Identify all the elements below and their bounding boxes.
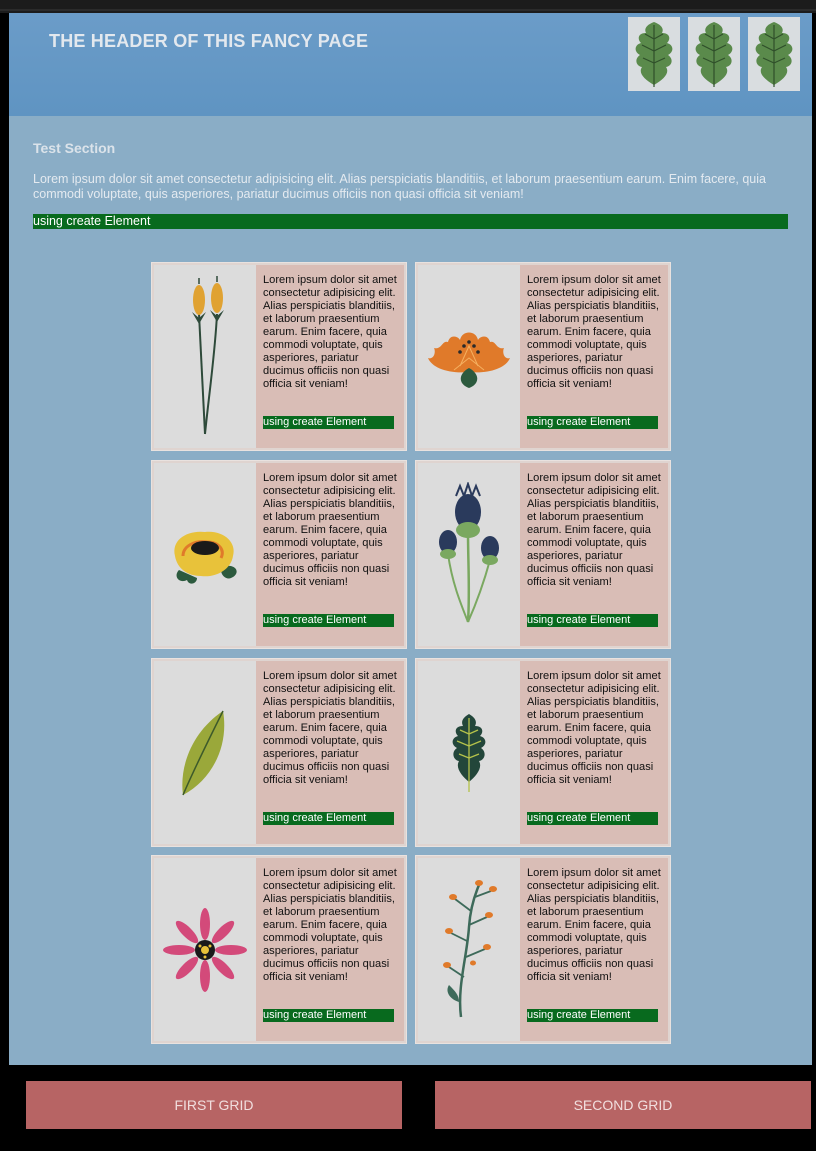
green-leaf-icon (154, 661, 256, 844)
section-text: Lorem ipsum dolor sit amet consectetur a… (33, 172, 766, 201)
window-top-edge (0, 0, 816, 13)
pink-daisy-icon (154, 858, 256, 1041)
flower-card: Lorem ipsum dolor sit amet consectetur a… (151, 658, 407, 847)
orange-flower-icon (418, 265, 520, 448)
card-text: Lorem ipsum dolor sit amet consectetur a… (263, 472, 397, 588)
flower-card: Lorem ipsum dolor sit amet consectetur a… (415, 262, 671, 451)
card-created-element: using create Element (527, 812, 658, 825)
card-created-element: using create Element (263, 416, 394, 429)
flower-card: Lorem ipsum dolor sit amet consectetur a… (151, 262, 407, 451)
first-grid-button[interactable]: FIRST GRID (26, 1081, 402, 1129)
card-text: Lorem ipsum dolor sit amet consectetur a… (263, 274, 397, 390)
card-created-element: using create Element (263, 812, 394, 825)
leaf-icon (748, 17, 800, 91)
leaf-icon (688, 17, 740, 91)
card-created-element: using create Element (527, 614, 658, 627)
card-text: Lorem ipsum dolor sit amet consectetur a… (527, 867, 661, 983)
page-frame: THE HEADER OF THIS FANCY PAGE Test Secti… (9, 13, 812, 1065)
oak-leaf-icon (418, 661, 520, 844)
card-text: Lorem ipsum dolor sit amet consectetur a… (263, 670, 397, 786)
card-text: Lorem ipsum dolor sit amet consectetur a… (527, 274, 661, 390)
card-created-element: using create Element (263, 614, 394, 627)
cattail-plant-icon (154, 265, 256, 448)
flower-card: Lorem ipsum dolor sit amet consectetur a… (415, 658, 671, 847)
flower-card: Lorem ipsum dolor sit amet consectetur a… (151, 855, 407, 1044)
flower-card: Lorem ipsum dolor sit amet consectetur a… (151, 460, 407, 649)
card-text: Lorem ipsum dolor sit amet consectetur a… (527, 472, 661, 588)
yellow-rose-icon (154, 463, 256, 646)
card-text: Lorem ipsum dolor sit amet consectetur a… (263, 867, 397, 983)
card-text: Lorem ipsum dolor sit amet consectetur a… (527, 670, 661, 786)
section-title: Test Section (33, 140, 116, 156)
flower-card: Lorem ipsum dolor sit amet consectetur a… (415, 460, 671, 649)
card-created-element: using create Element (527, 416, 658, 429)
berry-branch-icon (418, 858, 520, 1041)
section-created-element: using create Element (33, 214, 788, 229)
thistle-icon (418, 463, 520, 646)
page-header: THE HEADER OF THIS FANCY PAGE (9, 13, 812, 116)
page-title: THE HEADER OF THIS FANCY PAGE (49, 31, 369, 51)
flower-card: Lorem ipsum dolor sit amet consectetur a… (415, 855, 671, 1044)
card-created-element: using create Element (263, 1009, 394, 1022)
leaf-icon (628, 17, 680, 91)
second-grid-button[interactable]: SECOND GRID (435, 1081, 811, 1129)
card-created-element: using create Element (527, 1009, 658, 1022)
